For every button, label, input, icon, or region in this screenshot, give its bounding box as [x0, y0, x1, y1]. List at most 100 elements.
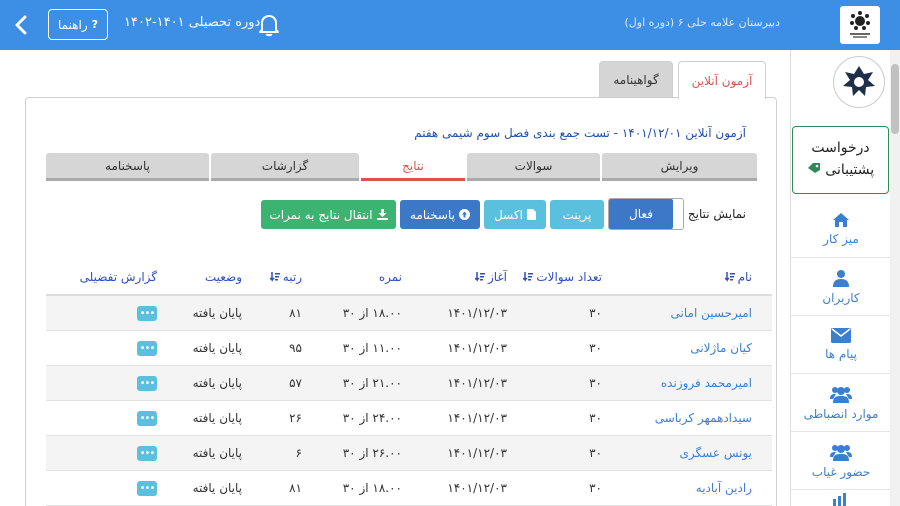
sidebar-item-reports[interactable]	[791, 490, 891, 506]
detail-report-button[interactable]: •••	[137, 481, 157, 497]
support-line1: درخواست	[811, 140, 870, 156]
sidebar-item-discipline[interactable]: موارد انضباطی	[791, 374, 891, 432]
page-scrollbar[interactable]	[890, 50, 900, 506]
sidebar-item-label: میز کار	[823, 231, 859, 246]
header-start[interactable]: آغاز	[402, 270, 507, 284]
answer-sheet-label: پاسخنامه	[410, 207, 455, 222]
show-results-toggle[interactable]: فعال	[608, 198, 684, 230]
print-button[interactable]: پرینت	[550, 200, 604, 229]
header-name[interactable]: نام	[602, 270, 772, 284]
rank-value: ۹۵	[289, 341, 302, 355]
sidebar-item-messages[interactable]: پیام ها	[791, 316, 891, 374]
student-name-link[interactable]: رادین آبادیه	[602, 481, 772, 495]
detail-report-button[interactable]: •••	[137, 306, 157, 322]
academic-period: دوره تحصیلی ۱۴۰۱-۱۴۰۲	[124, 15, 261, 30]
bar-chart-icon	[833, 492, 846, 506]
school-name: دبیرستان علامه حلی ۶ (دوره اول)	[624, 16, 781, 29]
header-detail-label: گزارش تفضیلی	[79, 270, 157, 284]
detail-cell: •••	[46, 375, 162, 392]
tag-icon	[807, 162, 821, 178]
header-count[interactable]: تعداد سوالات	[507, 270, 602, 284]
question-count: ۳۰	[589, 341, 602, 355]
header-rank[interactable]: رتبه	[242, 270, 302, 284]
detail-report-button[interactable]: •••	[137, 446, 157, 462]
show-results-label: نمایش نتایج	[687, 207, 746, 221]
header-status-label: وضعیت	[204, 270, 242, 284]
detail-report-button[interactable]: •••	[137, 376, 157, 392]
print-label: پرینت	[562, 207, 592, 222]
sidebar-item-label: حضور غیاب	[811, 464, 871, 479]
score-value: ۲۱.۰۰ از ۳۰	[342, 376, 402, 390]
sidebar-item-label: موارد انضباطی	[803, 406, 879, 421]
score-value: ۱۸.۰۰ از ۳۰	[342, 481, 402, 495]
excel-button[interactable]: اکسل	[484, 200, 546, 229]
table-row: کیان ماژلانی ۳۰ ۱۴۰۱/۱۲/۰۳ ۱۱.۰۰ از ۳۰ ۹۵ پای…	[46, 331, 772, 366]
support-request-button[interactable]: درخواست پشتیبانی	[792, 126, 889, 194]
avatar[interactable]	[833, 56, 885, 108]
tab-questions[interactable]: سوالات	[467, 153, 600, 181]
bell-icon[interactable]	[258, 13, 280, 40]
student-name-link[interactable]: امیرحسین امانی	[602, 306, 772, 320]
sidebar-item-label: پیام ها	[825, 347, 857, 361]
question-count: ۳۰	[589, 411, 602, 425]
detail-cell: •••	[46, 305, 162, 322]
student-name-link[interactable]: سیدادهمهر کرباسی	[602, 411, 772, 425]
tab-edit[interactable]: ویرایش	[602, 153, 757, 181]
question-count: ۳۰	[589, 481, 602, 495]
support-line2: پشتیبانی	[825, 162, 875, 178]
tab-certificate[interactable]: گواهینامه	[599, 61, 673, 98]
start-date: ۱۴۰۱/۱۲/۰۳	[447, 411, 507, 425]
download-icon	[376, 209, 388, 220]
start-date: ۱۴۰۱/۱۲/۰۳	[447, 376, 507, 390]
sidebar-item-users[interactable]: کاربران	[791, 258, 891, 316]
detail-report-button[interactable]: •••	[137, 341, 157, 357]
table-body: امیرحسین امانی ۳۰ ۱۴۰۱/۱۲/۰۳ ۱۸.۰۰ از ۳۰ ۸۱ پ…	[46, 296, 772, 506]
detail-cell: •••	[46, 410, 162, 427]
header-detail: گزارش تفضیلی	[46, 270, 162, 284]
user-icon	[833, 269, 849, 287]
tab-reports[interactable]: گزارشات	[211, 153, 359, 181]
upload-circle-icon	[458, 209, 470, 220]
answer-sheet-button[interactable]: پاسخنامه	[400, 200, 480, 229]
right-sidebar: درخواست پشتیبانی میز کار کاربران پیام ها…	[790, 50, 891, 506]
status-text: پایان یافته	[192, 376, 242, 390]
help-button[interactable]: ? راهنما	[48, 9, 108, 40]
transfer-results-button[interactable]: انتقال نتایج به نمرات	[261, 200, 396, 229]
results-table: نام تعداد سوالات آغاز نمره رتبه وضعیت گز…	[46, 260, 772, 506]
sidebar-item-attendance[interactable]: حضور غیاب	[791, 432, 891, 490]
table-row: رادین آبادیه ۳۰ ۱۴۰۱/۱۲/۰۳ ۱۸.۰۰ از ۳۰ ۸۱ پای…	[46, 471, 772, 506]
tab-results[interactable]: نتایج	[361, 153, 465, 181]
transfer-label: انتقال نتایج به نمرات	[269, 207, 373, 222]
start-date: ۱۴۰۱/۱۲/۰۳	[447, 341, 507, 355]
table-row: یونس عسگری ۳۰ ۱۴۰۱/۱۲/۰۳ ۲۶.۰۰ از ۳۰ ۶ پایان …	[46, 436, 772, 471]
header-score-label: نمره	[378, 270, 402, 284]
tab-answer-sheet[interactable]: پاسخنامه	[46, 153, 209, 181]
tab-online-exam[interactable]: آزمون آنلاین	[678, 61, 766, 99]
school-logo	[840, 6, 880, 44]
header-name-label: نام	[737, 270, 752, 284]
back-button[interactable]	[6, 10, 36, 40]
score-value: ۱۱.۰۰ از ۳۰	[342, 341, 402, 355]
table-header: نام تعداد سوالات آغاز نمره رتبه وضعیت گز…	[46, 260, 772, 296]
sidebar-item-desk[interactable]: میز کار	[791, 200, 891, 258]
student-name-link[interactable]: یونس عسگری	[602, 446, 772, 460]
student-name-link[interactable]: امیرمحمد فروزنده	[602, 376, 772, 390]
users-icon	[830, 386, 852, 403]
table-row: سیدادهمهر کرباسی ۳۰ ۱۴۰۱/۱۲/۰۳ ۲۴.۰۰ از ۳۰ ۲…	[46, 401, 772, 436]
score-value: ۲۴.۰۰ از ۳۰	[342, 411, 402, 425]
scrollbar-thumb[interactable]	[891, 64, 899, 134]
sort-icon	[474, 272, 485, 282]
header-status: وضعیت	[162, 270, 242, 284]
student-name-link[interactable]: کیان ماژلانی	[602, 341, 772, 355]
exam-title: آزمون آنلاین ۱۴۰۱/۱۲/۰۱ - تست جمع بندی ف…	[414, 126, 746, 140]
header-score: نمره	[302, 270, 402, 284]
rank-value: ۸۱	[289, 306, 302, 320]
status-text: پایان یافته	[192, 341, 242, 355]
toggle-active-label: فعال	[609, 199, 673, 229]
detail-report-button[interactable]: •••	[137, 411, 157, 427]
top-header: ? راهنما دوره تحصیلی ۱۴۰۱-۱۴۰۲ دبیرستان …	[0, 0, 900, 50]
header-count-label: تعداد سوالات	[536, 270, 602, 284]
start-date: ۱۴۰۱/۱۲/۰۳	[447, 446, 507, 460]
excel-label: اکسل	[494, 207, 523, 222]
detail-cell: •••	[46, 340, 162, 357]
